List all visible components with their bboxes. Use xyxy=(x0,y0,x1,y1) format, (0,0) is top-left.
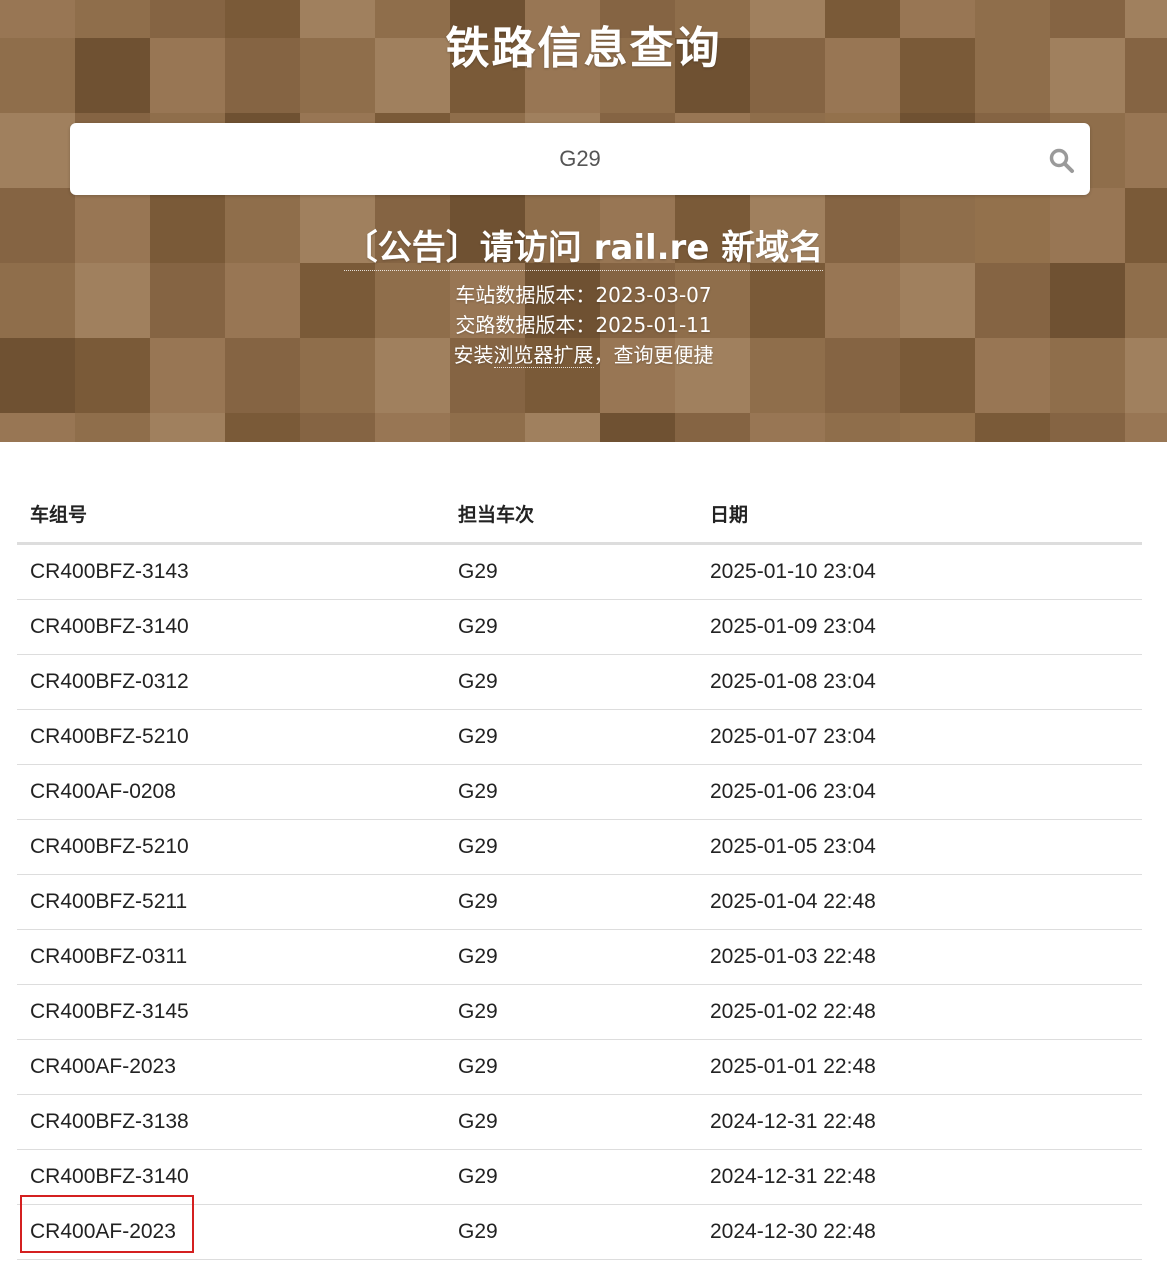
site-title: 铁路信息查询 xyxy=(445,23,722,74)
cell-train-number: G29 xyxy=(445,1039,697,1095)
cell-date: 2025-01-05 23:04 xyxy=(697,819,1142,875)
table-row: CR400AF-2023 G29 2025-01-01 22:48 xyxy=(17,1039,1142,1095)
announcement-link[interactable]: 〔公告〕请访问 rail.re 新域名 xyxy=(343,228,824,271)
cell-train-number: G29 xyxy=(445,819,697,875)
table-row: CR400BFZ-3145 G29 2025-01-02 22:48 xyxy=(17,984,1142,1040)
cell-train-number: G29 xyxy=(445,984,697,1040)
search-icon[interactable] xyxy=(1048,147,1076,175)
table-row: CR400BFZ-0312 G29 2025-01-08 23:04 xyxy=(17,654,1142,710)
cell-date: 2025-01-04 22:48 xyxy=(697,874,1142,930)
cell-date: 2025-01-02 22:48 xyxy=(697,984,1142,1040)
cell-train-number: G29 xyxy=(445,764,697,820)
cell-trainset: CR400BFZ-3143 xyxy=(17,543,445,600)
cell-trainset: CR400BFZ-5210 xyxy=(17,819,445,875)
column-header-train-number: 担当车次 xyxy=(445,485,697,545)
browser-extension-link[interactable]: 浏览器扩展 xyxy=(493,343,594,368)
column-header-date: 日期 xyxy=(697,485,1142,545)
cell-trainset: CR400AF-0208 xyxy=(17,764,445,820)
table-row: CR400BFZ-3143 G29 2025-01-10 23:04 xyxy=(17,543,1142,600)
announcement: 〔公告〕请访问 rail.re 新域名 xyxy=(0,220,1167,271)
cell-trainset: CR400BFZ-0311 xyxy=(17,929,445,985)
station-version-label: 车站数据版本： xyxy=(455,283,596,307)
cell-trainset: CR400BFZ-5210 xyxy=(17,709,445,765)
data-info: 车站数据版本：2023-03-07 交路数据版本：2025-01-11 安装浏览… xyxy=(0,280,1167,370)
search-box xyxy=(70,123,1090,195)
cell-date: 2025-01-06 23:04 xyxy=(697,764,1142,820)
search-input[interactable] xyxy=(130,123,1030,195)
table-header-row: 车组号 担当车次 日期 xyxy=(17,485,1142,545)
route-version-label: 交路数据版本： xyxy=(455,313,596,337)
cell-trainset: CR400BFZ-3140 xyxy=(17,599,445,655)
station-version-line: 车站数据版本：2023-03-07 xyxy=(0,280,1167,310)
cell-trainset: CR400BFZ-5211 xyxy=(17,874,445,930)
cell-train-number: G29 xyxy=(445,1094,697,1150)
cell-trainset: CR400BFZ-3140 xyxy=(17,1149,445,1205)
cell-date: 2025-01-07 23:04 xyxy=(697,709,1142,765)
cell-date: 2024-12-31 22:48 xyxy=(697,1094,1142,1150)
cell-date: 2025-01-03 22:48 xyxy=(697,929,1142,985)
table-row: CR400BFZ-5211 G29 2025-01-04 22:48 xyxy=(17,874,1142,930)
extension-prefix: 安装 xyxy=(453,343,494,367)
cell-date: 2025-01-01 22:48 xyxy=(697,1039,1142,1095)
cell-trainset: CR400AF-2023 xyxy=(17,1039,445,1095)
table-row: CR400BFZ-5210 G29 2025-01-07 23:04 xyxy=(17,709,1142,765)
cell-date: 2024-12-31 22:48 xyxy=(697,1149,1142,1205)
cell-train-number: G29 xyxy=(445,929,697,985)
table-row: CR400BFZ-5210 G29 2025-01-05 23:04 xyxy=(17,819,1142,875)
table-body: CR400BFZ-3143 G29 2025-01-10 23:04 CR400BFZ… xyxy=(17,543,1142,1260)
extension-suffix: ，查询更便捷 xyxy=(593,343,714,367)
cell-train-number: G29 xyxy=(445,543,697,600)
header-banner: 铁路信息查询 〔公告〕请访问 rail.re 新域名 车站数据版本：2023-0… xyxy=(0,0,1167,442)
results-section: 车组号 担当车次 日期 CR400BFZ-3143 G29 2025-01-10 2… xyxy=(17,485,1142,1260)
cell-date: 2025-01-09 23:04 xyxy=(697,599,1142,655)
cell-trainset: CR400BFZ-3138 xyxy=(17,1094,445,1150)
cell-trainset: CR400BFZ-0312 xyxy=(17,654,445,710)
cell-train-number: G29 xyxy=(445,709,697,765)
cell-trainset: CR400BFZ-3145 xyxy=(17,984,445,1040)
cell-train-number: G29 xyxy=(445,874,697,930)
table-row: CR400BFZ-3138 G29 2024-12-31 22:48 xyxy=(17,1094,1142,1150)
table-row: CR400BFZ-0311 G29 2025-01-03 22:48 xyxy=(17,929,1142,985)
route-version: 2025-01-11 xyxy=(595,313,712,337)
cell-date: 2025-01-10 23:04 xyxy=(697,543,1142,600)
station-version: 2023-03-07 xyxy=(595,283,712,307)
cell-train-number: G29 xyxy=(445,1149,697,1205)
cell-train-number: G29 xyxy=(445,1204,697,1260)
cell-date: 2024-12-30 22:48 xyxy=(697,1204,1142,1260)
table-row: CR400BFZ-3140 G29 2025-01-09 23:04 xyxy=(17,599,1142,655)
cell-date: 2025-01-08 23:04 xyxy=(697,654,1142,710)
header-content: 铁路信息查询 〔公告〕请访问 rail.re 新域名 车站数据版本：2023-0… xyxy=(0,0,1167,442)
results-table: 车组号 担当车次 日期 CR400BFZ-3143 G29 2025-01-10 2… xyxy=(17,485,1142,1260)
table-row: CR400BFZ-3140 G29 2024-12-31 22:48 xyxy=(17,1149,1142,1205)
route-version-line: 交路数据版本：2025-01-11 xyxy=(0,310,1167,340)
cell-train-number: G29 xyxy=(445,654,697,710)
cell-trainset: CR400AF-2023 xyxy=(17,1204,445,1260)
column-header-trainset: 车组号 xyxy=(17,485,445,545)
cell-train-number: G29 xyxy=(445,599,697,655)
table-row: CR400AF-0208 G29 2025-01-06 23:04 xyxy=(17,764,1142,820)
extension-line: 安装浏览器扩展，查询更便捷 xyxy=(0,340,1167,370)
table-row: CR400AF-2023 G29 2024-12-30 22:48 xyxy=(17,1204,1142,1260)
